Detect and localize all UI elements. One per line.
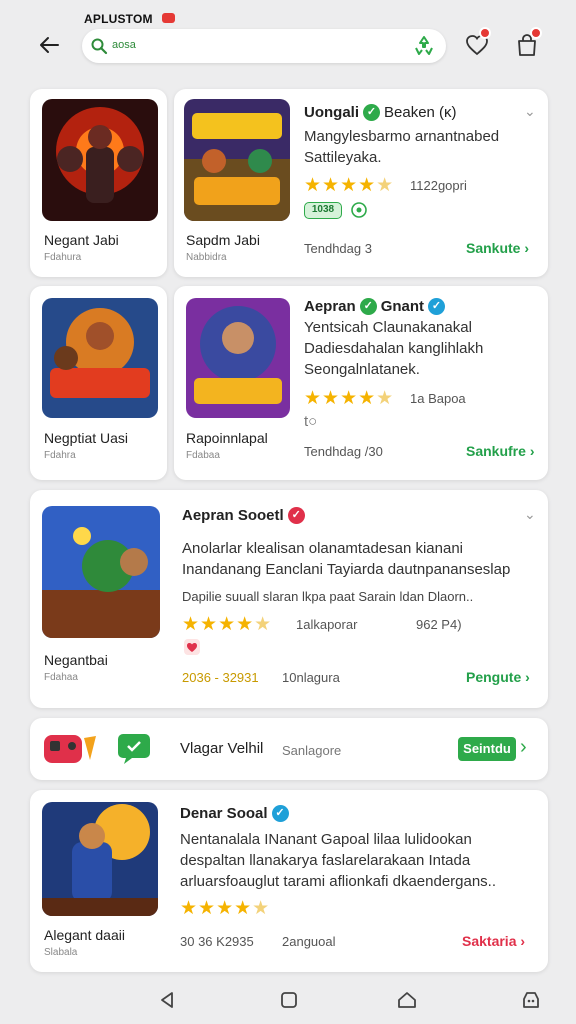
meta-text: 2anguoal xyxy=(282,934,336,949)
star-rating: ★★★★★ xyxy=(182,614,273,635)
app-tile[interactable]: Negptiat Uasi Fdahra xyxy=(30,286,167,480)
app-category: Fdabaa xyxy=(186,450,220,461)
chevron-down-icon[interactable]: ⌄ xyxy=(524,506,536,523)
meta-icon: t○ xyxy=(304,413,318,430)
app-subdescription: Dapilie suuall slaran lkpa paat Sarain l… xyxy=(182,589,474,604)
promo-subtitle: Sanlagore xyxy=(282,743,342,758)
system-nav-bar xyxy=(0,978,576,1024)
review-count: 962 P4) xyxy=(416,617,462,632)
star-rating: ★★★★★ xyxy=(304,388,395,409)
heart-badge xyxy=(479,27,491,39)
meta-date: 2036 - 32931 xyxy=(182,670,259,685)
app-description: Nentanalala INanant Gapoal lilaa lulidoo… xyxy=(180,831,497,890)
top-bar: APLUSTOM aosa xyxy=(0,0,576,90)
meta-text: 10nlagura xyxy=(282,670,340,685)
promo-row[interactable]: Vlagar Velhil Sanlagore Seintdu › xyxy=(30,718,548,780)
app-title: Aepran ✓ Gnant ✓ xyxy=(304,298,449,315)
search-input[interactable]: aosa xyxy=(112,39,136,51)
app-name: Negant Jabi xyxy=(44,232,119,248)
app-category: Fdahura xyxy=(44,252,82,263)
rating-count: 1122gopri xyxy=(410,178,467,193)
action-link[interactable]: Sankufre › xyxy=(466,443,534,459)
app-tile[interactable]: Negant Jabi Fdahura xyxy=(30,89,167,277)
rating-count: 1alkaporar xyxy=(296,617,358,632)
app-description: Anolarlar klealisan olanamtadesan kianan… xyxy=(182,540,511,578)
app-name: Alegant daaii xyxy=(44,927,125,943)
app-name: Negptiat Uasi xyxy=(44,430,129,446)
game-thumbnail xyxy=(42,506,160,638)
app-category: Nabbidra xyxy=(186,252,227,263)
chevron-right-icon[interactable]: › xyxy=(520,736,527,759)
app-name: Negantbai xyxy=(44,652,108,668)
check-badge-icon: ✓ xyxy=(428,298,446,315)
search-icon xyxy=(90,37,108,55)
action-link[interactable]: Saktaria › xyxy=(462,933,525,949)
app-title: Denar Sooal ✓ xyxy=(180,805,293,822)
search-bar[interactable]: aosa xyxy=(82,29,446,63)
game-thumbnail xyxy=(42,298,158,418)
app-title: Aepran Sooetl ✓ xyxy=(182,507,309,524)
face-icon[interactable] xyxy=(520,989,542,1011)
game-thumbnail xyxy=(184,99,290,221)
game-thumbnail xyxy=(42,99,158,221)
promo-title: Vlagar Velhil xyxy=(180,740,264,757)
app-card-wide[interactable]: Alegant daaii Slabala Denar Sooal ✓ Nenta… xyxy=(30,790,548,972)
game-thumbnail xyxy=(42,802,158,916)
check-badge-icon: ✓ xyxy=(363,104,380,121)
app-category: Fdahaa xyxy=(44,672,78,683)
app-card[interactable]: Sapdm Jabi Nabbidra Uongali ✓ Beaken (κ) ⌄… xyxy=(174,89,548,277)
bag-badge xyxy=(530,27,542,39)
app-description: Yentsicah Claunakanakal Dadiesdahalan ka… xyxy=(304,319,484,378)
house-icon[interactable] xyxy=(396,989,418,1011)
chevron-down-icon[interactable]: ⌄ xyxy=(524,103,536,120)
square-home-icon[interactable] xyxy=(278,989,300,1011)
app-label: APLUSTOM xyxy=(84,12,153,26)
check-badge-icon: ✓ xyxy=(359,298,377,315)
check-badge-icon: ✓ xyxy=(287,507,305,524)
chevron-right-icon: › xyxy=(525,669,530,685)
price-tag: 1038 xyxy=(304,202,342,219)
recycle-icon[interactable] xyxy=(412,34,436,58)
app-name: Rapoinnlapal xyxy=(186,430,268,446)
gamepad-icon xyxy=(42,732,98,766)
app-description: Mangylesbarmo arnantnabed Sattileyaka. xyxy=(304,128,500,166)
meta-text: Tendhdag 3 xyxy=(304,241,372,256)
back-arrow-icon[interactable] xyxy=(36,32,62,58)
meta-date: 30 36 K2935 xyxy=(180,934,254,949)
rating-count: 1a Bapoa xyxy=(410,391,466,406)
meta-text: Tendhdag /30 xyxy=(304,444,383,459)
check-badge-icon: ✓ xyxy=(271,805,289,822)
star-rating: ★★★★★ xyxy=(180,898,271,919)
chevron-right-icon: › xyxy=(524,240,530,256)
action-link[interactable]: Pengute › xyxy=(466,669,530,685)
chevron-right-icon: › xyxy=(520,933,526,949)
app-title: Uongali ✓ Beaken (κ) xyxy=(304,104,457,121)
game-thumbnail xyxy=(186,298,290,418)
info-circle-icon[interactable] xyxy=(350,201,368,219)
action-link[interactable]: Sankute › xyxy=(466,240,529,256)
chevron-right-icon: › xyxy=(529,443,535,459)
star-rating: ★★★★★ xyxy=(304,175,395,196)
chat-bubble-icon xyxy=(116,732,152,766)
app-label-badge xyxy=(162,13,175,23)
triangle-back-icon[interactable] xyxy=(156,989,178,1011)
promo-button[interactable]: Seintdu xyxy=(458,737,516,761)
app-category: Fdahra xyxy=(44,450,76,461)
app-category: Slabala xyxy=(44,947,78,958)
app-name: Sapdm Jabi xyxy=(186,232,260,248)
heart-small-icon xyxy=(183,638,201,656)
app-card-wide[interactable]: Negantbai Fdahaa Aepran Sooetl ✓ ⌄ Anolar… xyxy=(30,490,548,708)
app-card[interactable]: Rapoinnlapal Fdabaa Aepran ✓ Gnant ✓ Yentsi… xyxy=(174,286,548,480)
